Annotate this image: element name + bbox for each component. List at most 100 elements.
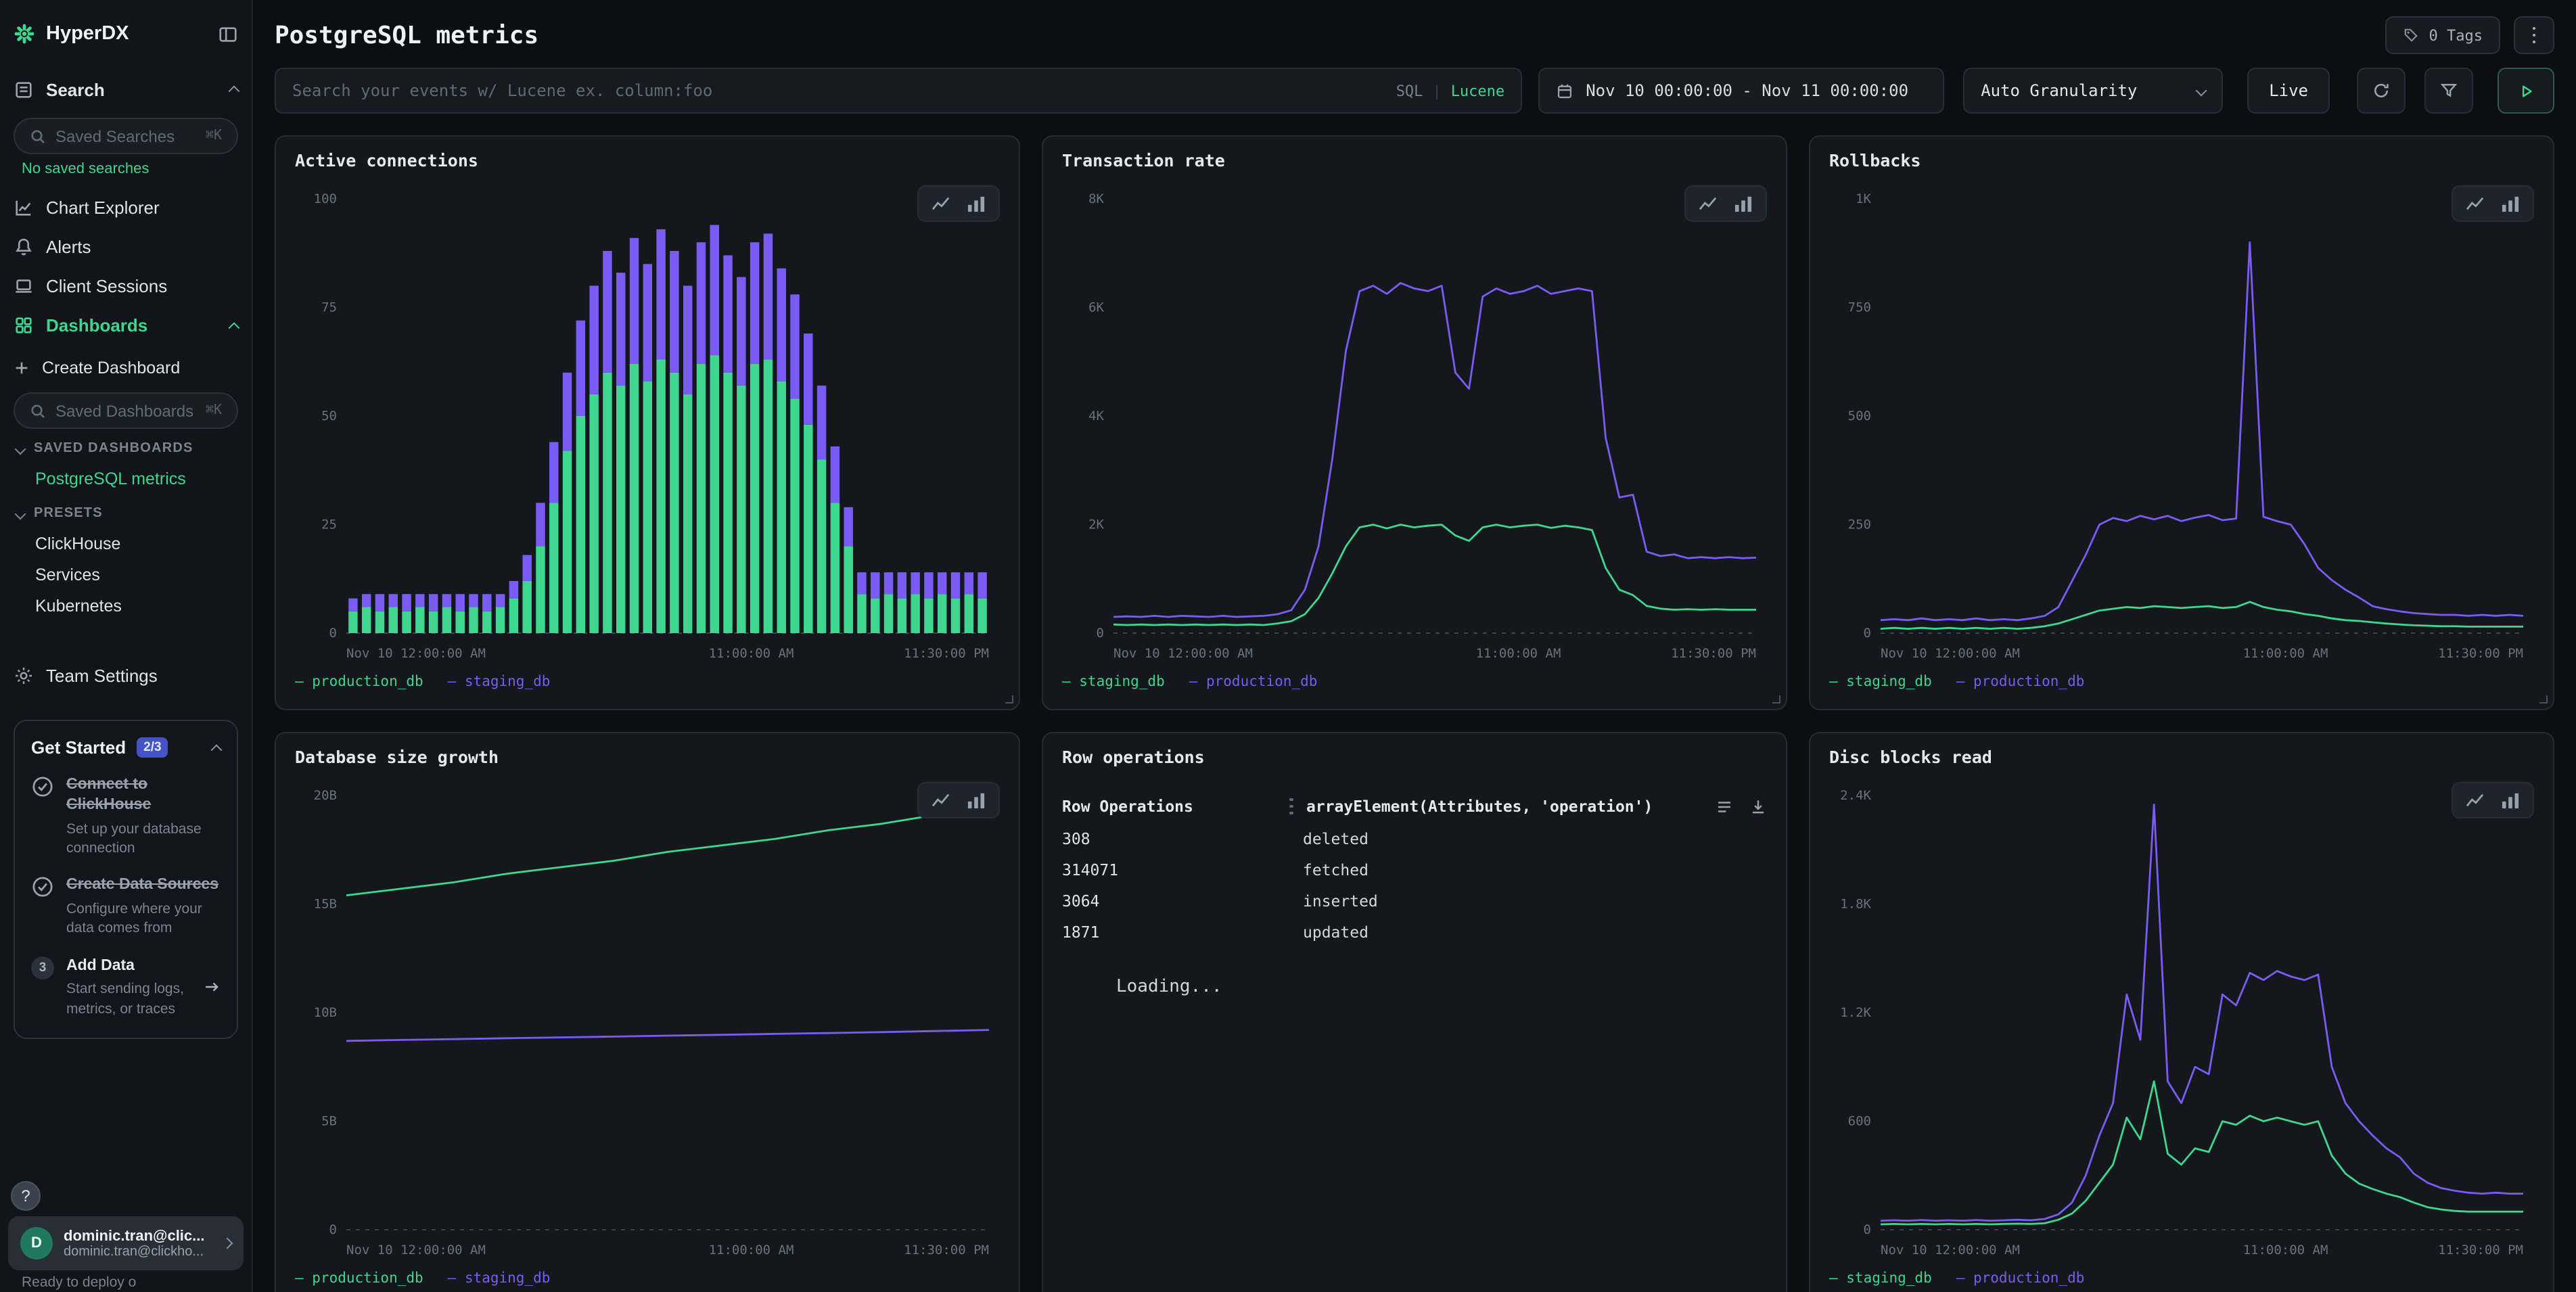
svg-text:11:30:00 PM: 11:30:00 PM — [904, 646, 989, 661]
live-button[interactable]: Live — [2247, 68, 2330, 114]
calendar-icon — [1556, 82, 1573, 99]
bar-chart-toggle-button[interactable] — [966, 791, 986, 809]
sql-toggle[interactable]: SQL — [1396, 82, 1423, 99]
step-title: Connect to ClickHouse — [66, 775, 221, 816]
bar-chart-toggle-button[interactable] — [2500, 791, 2521, 809]
granularity-select[interactable]: Auto Granularity — [1963, 68, 2223, 114]
sidebar-item-team-settings[interactable]: Team Settings — [14, 656, 238, 695]
svg-text:5B: 5B — [321, 1114, 337, 1129]
svg-text:11:30:00 PM: 11:30:00 PM — [1671, 646, 1756, 661]
chart-panel-active-connections: Active connections 0255075100Nov 10 12:0… — [275, 135, 1020, 710]
create-dashboard-button[interactable]: Create Dashboard — [14, 350, 238, 386]
chart-type-toggle — [917, 185, 1000, 222]
table-row[interactable]: 1871 updated — [1062, 916, 1767, 947]
step-title: Add Data — [66, 956, 191, 976]
tag-icon — [2404, 27, 2420, 43]
bar-chart-toggle-button[interactable] — [2500, 195, 2521, 212]
line-chart-toggle-button[interactable] — [931, 195, 951, 212]
user-info: dominic.tran@clic... dominic.tran@clickh… — [64, 1228, 212, 1259]
main-content: PostgreSQL metrics 0 Tags SQL | — [253, 0, 2576, 1292]
line-chart-toggle-button[interactable] — [2465, 791, 2485, 809]
chart-plot-area[interactable]: 0255075100Nov 10 12:00:00 AM11:00:00 AM1… — [295, 183, 1000, 668]
preset-kubernetes[interactable]: Kubernetes — [14, 590, 238, 621]
table-row[interactable]: 3064 inserted — [1062, 885, 1767, 916]
legend-item: — staging_db — [1829, 1270, 1932, 1287]
shortcut-badge: ⌘K — [206, 129, 222, 143]
kebab-menu-button[interactable] — [2514, 16, 2554, 54]
filter-button[interactable] — [2424, 68, 2473, 114]
get-started-header[interactable]: Get Started 2/3 — [31, 737, 221, 758]
tags-button[interactable]: 0 Tags — [2386, 16, 2501, 54]
get-started-step-connect[interactable]: Connect to ClickHouse Set up your databa… — [31, 775, 221, 858]
column-drag-handle-icon[interactable] — [1289, 798, 1293, 815]
download-csv-button[interactable] — [1749, 798, 1767, 815]
app-root: HyperDX Search Saved Searches ⌘K No save… — [0, 0, 2576, 1292]
search-list-icon — [14, 79, 34, 99]
legend-item: — production_db — [1956, 674, 2085, 690]
bar-chart-toggle-button[interactable] — [966, 195, 986, 212]
sidebar-item-chart-explorer[interactable]: Chart Explorer — [14, 188, 238, 227]
chart-legend: — production_db— staging_db — [295, 668, 1000, 695]
saved-dashboard-postgresql-metrics[interactable]: PostgreSQL metrics — [14, 463, 238, 494]
chart-title: Disc blocks read — [1829, 747, 2534, 779]
get-started-step-add-data[interactable]: 3 Add Data Start sending logs, metrics, … — [31, 956, 221, 1019]
preset-services[interactable]: Services — [14, 559, 238, 590]
panel-resize-handle[interactable] — [1005, 695, 1013, 703]
bar-chart-toggle-button[interactable] — [1733, 195, 1753, 212]
preset-clickhouse[interactable]: ClickHouse — [14, 528, 238, 559]
tree-item-label: Kubernetes — [35, 596, 122, 615]
chart-plot-area[interactable]: 02505007501KNov 10 12:00:00 AM11:00:00 A… — [1829, 183, 2534, 668]
refresh-button[interactable] — [2357, 68, 2406, 114]
saved-dashboards-section-header[interactable]: SAVED DASHBOARDS — [16, 441, 238, 456]
lucene-toggle[interactable]: Lucene — [1451, 82, 1505, 99]
line-chart-toggle-button[interactable] — [1698, 195, 1718, 212]
chart-plot-area[interactable]: 06001.2K1.8K2.4KNov 10 12:00:00 AM11:00:… — [1829, 779, 2534, 1265]
presets-section-header[interactable]: PRESETS — [16, 506, 238, 521]
search-input[interactable] — [292, 81, 1383, 100]
svg-text:11:00:00 AM: 11:00:00 AM — [1476, 646, 1561, 661]
collapse-sidebar-icon[interactable] — [218, 24, 238, 44]
chevron-down-icon — [15, 508, 26, 520]
panel-resize-handle[interactable] — [2539, 695, 2548, 703]
rows-view-button[interactable] — [1716, 798, 1733, 815]
get-started-step-sources[interactable]: Create Data Sources Configure where your… — [31, 875, 221, 938]
sidebar-item-alerts[interactable]: Alerts — [14, 227, 238, 267]
sidebar-group-search[interactable]: Search — [14, 68, 238, 111]
cell-count: 314071 — [1062, 860, 1303, 879]
svg-text:11:00:00 AM: 11:00:00 AM — [709, 1243, 794, 1258]
column-header[interactable]: Row Operations — [1062, 797, 1289, 816]
legend-item: — production_db — [1189, 674, 1318, 690]
chart-panel-rollbacks: Rollbacks 02505007501KNov 10 12:00:00 AM… — [1809, 135, 2554, 710]
cell-operation: fetched — [1303, 860, 1368, 879]
language-toggle: SQL | Lucene — [1396, 82, 1505, 99]
search-bar: SQL | Lucene — [275, 68, 1522, 114]
legend-item: — staging_db — [1062, 674, 1165, 690]
time-range-picker[interactable]: Nov 10 00:00:00 - Nov 11 00:00:00 — [1538, 68, 1944, 114]
chart-plot-area[interactable]: 02K4K6K8KNov 10 12:00:00 AM11:00:00 AM11… — [1062, 183, 1767, 668]
svg-text:2K: 2K — [1088, 517, 1104, 532]
legend-item: — staging_db — [448, 674, 551, 690]
run-query-button[interactable] — [2498, 68, 2554, 114]
sidebar: HyperDX Search Saved Searches ⌘K No save… — [0, 0, 253, 1292]
search-icon — [30, 128, 46, 144]
table-row[interactable]: 308 deleted — [1062, 823, 1767, 854]
chart-plot-area[interactable]: 05B10B15B20BNov 10 12:00:00 AM11:00:00 A… — [295, 779, 1000, 1265]
line-chart-toggle-button[interactable] — [931, 791, 951, 809]
line-chart-toggle-button[interactable] — [2465, 195, 2485, 212]
sidebar-item-client-sessions[interactable]: Client Sessions — [14, 267, 238, 306]
user-menu[interactable]: D dominic.tran@clic... dominic.tran@clic… — [8, 1216, 244, 1270]
column-header[interactable]: arrayElement(Attributes, 'operation') — [1306, 797, 1653, 816]
chart-panel-database-size-growth: Database size growth 05B10B15B20BNov 10 … — [275, 732, 1020, 1292]
chart-panel-disc-blocks-read: Disc blocks read 06001.2K1.8K2.4KNov 10 … — [1809, 732, 2554, 1292]
sidebar-item-dashboards[interactable]: Dashboards — [14, 306, 238, 345]
panel-resize-handle[interactable] — [1772, 695, 1780, 703]
plus-icon — [14, 360, 30, 376]
saved-searches-input[interactable]: Saved Searches ⌘K — [14, 118, 238, 154]
dashboards-icon — [14, 315, 34, 336]
saved-dashboards-input[interactable]: Saved Dashboards ⌘K — [14, 392, 238, 429]
legend-item: — production_db — [1956, 1270, 2085, 1287]
svg-text:0: 0 — [329, 1222, 337, 1237]
live-button-label: Live — [2269, 81, 2308, 100]
help-button[interactable]: ? — [11, 1181, 41, 1211]
table-row[interactable]: 314071 fetched — [1062, 854, 1767, 885]
